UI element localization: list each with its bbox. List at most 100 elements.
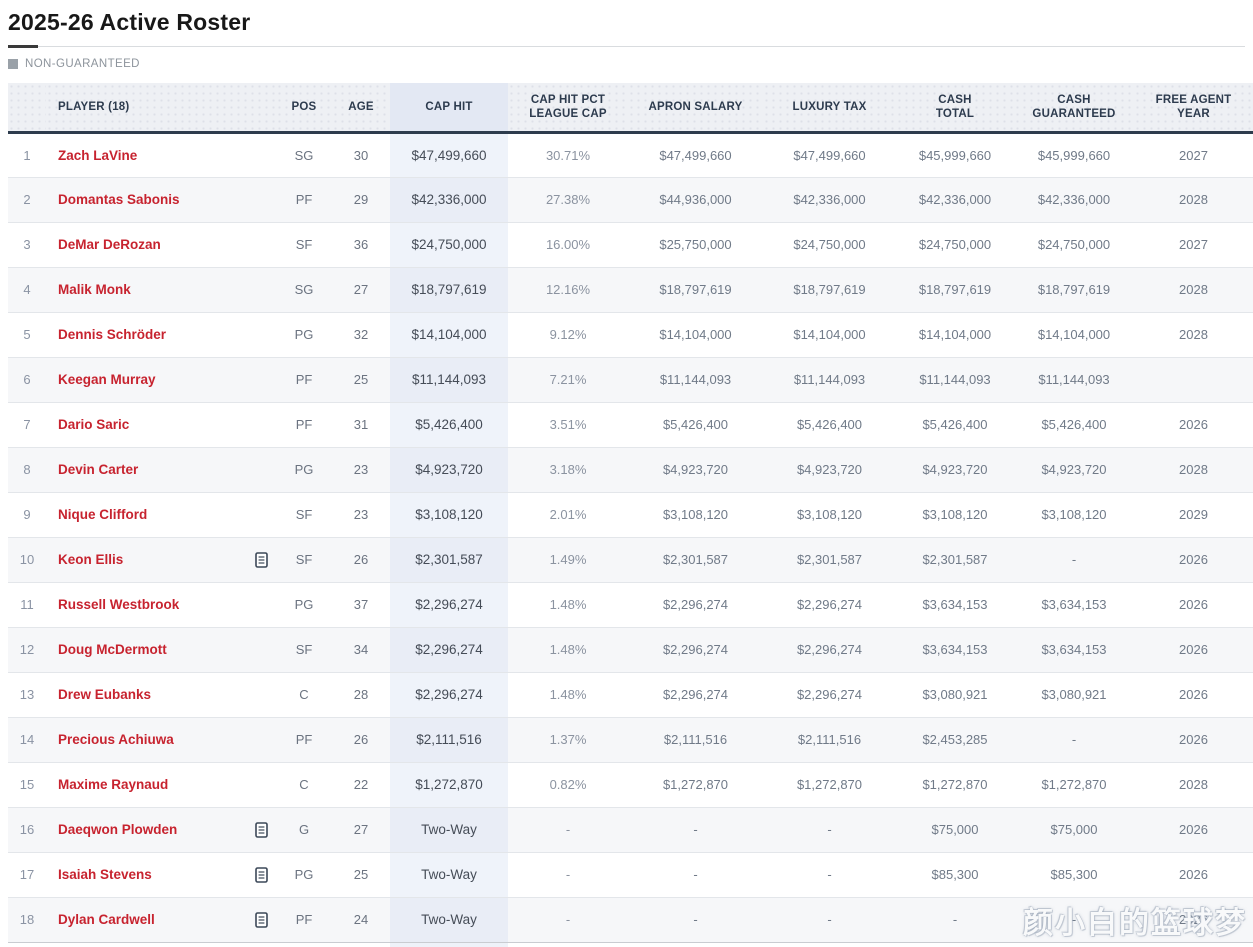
age-cell: 23 bbox=[332, 447, 390, 493]
player-name-link[interactable]: Nique Clifford bbox=[58, 507, 147, 522]
cash-guaranteed-cell: $1,272,870 bbox=[1014, 762, 1134, 808]
cash-guaranteed-cell: $11,144,093 bbox=[1014, 357, 1134, 403]
player-name-link[interactable]: Malik Monk bbox=[58, 282, 131, 297]
pos-cell: PF bbox=[276, 897, 332, 943]
contract-note-icon[interactable] bbox=[255, 911, 268, 928]
cap-hit-pct-cell: 1.48% bbox=[508, 627, 628, 673]
free-agent-year-cell: 2027 bbox=[1134, 132, 1253, 178]
player-name-link[interactable]: Russell Westbrook bbox=[58, 597, 179, 612]
apron-salary-cell: $1,272,870 bbox=[628, 762, 763, 808]
row-number: 18 bbox=[8, 897, 46, 943]
cash-total-cell: $4,923,720 bbox=[896, 447, 1014, 493]
free-agent-year-cell: 2028 bbox=[1134, 267, 1253, 313]
age-cell: 24 bbox=[332, 897, 390, 943]
player-name-link[interactable]: Doug McDermott bbox=[58, 642, 167, 657]
row-number: 2 bbox=[8, 177, 46, 223]
roster-rows: 1 Zach LaVine SG 30 $47,499,660 30.71% $47,499… bbox=[8, 132, 1253, 943]
player-name-link[interactable]: Keegan Murray bbox=[58, 372, 156, 387]
cap-hit-pct-cell: 1.49% bbox=[508, 537, 628, 583]
age-cell: 28 bbox=[332, 672, 390, 718]
cash-guaranteed-cell: $85,300 bbox=[1014, 852, 1134, 898]
luxury-tax-cell: - bbox=[763, 852, 896, 898]
pos-cell: PF bbox=[276, 402, 332, 448]
player-name-link[interactable]: Isaiah Stevens bbox=[58, 867, 152, 882]
free-agent-year-cell: 2026 bbox=[1134, 627, 1253, 673]
player-name-link[interactable]: Drew Eubanks bbox=[58, 687, 151, 702]
player-name-link[interactable]: Devin Carter bbox=[58, 462, 138, 477]
cap-hit-cell: $5,426,400 bbox=[390, 402, 508, 448]
luxury-tax-cell: $3,108,120 bbox=[763, 492, 896, 538]
luxury-tax-cell: $2,296,274 bbox=[763, 627, 896, 673]
luxury-tax-cell: $2,296,274 bbox=[763, 582, 896, 628]
player-name-link[interactable]: DeMar DeRozan bbox=[58, 237, 161, 252]
luxury-tax-cell: $11,144,093 bbox=[763, 357, 896, 403]
col-header-age[interactable]: AGE bbox=[332, 83, 390, 134]
player-cell: Maxime Raynaud bbox=[46, 762, 276, 808]
player-cell: Malik Monk bbox=[46, 267, 276, 313]
col-header-cash-total[interactable]: CASH TOTAL bbox=[896, 83, 1014, 134]
table-row: 6 Keegan Murray PF 25 $11,144,093 7.21% $11,14… bbox=[8, 357, 1253, 403]
apron-salary-cell: - bbox=[628, 852, 763, 898]
player-name-link[interactable]: Zach LaVine bbox=[58, 148, 137, 163]
col-header-pos[interactable]: POS bbox=[276, 83, 332, 134]
col-header-number bbox=[8, 83, 46, 134]
non-guaranteed-swatch-icon bbox=[8, 59, 18, 69]
row-number: 3 bbox=[8, 222, 46, 268]
cash-total-cell: $1,272,870 bbox=[896, 762, 1014, 808]
pos-cell: SF bbox=[276, 222, 332, 268]
luxury-tax-cell: $18,797,619 bbox=[763, 267, 896, 313]
player-name-link[interactable]: Keon Ellis bbox=[58, 552, 123, 567]
player-cell: Daeqwon Plowden bbox=[46, 807, 276, 853]
table-row: 4 Malik Monk SG 27 $18,797,619 12.16% $18,797,… bbox=[8, 267, 1253, 313]
cap-hit-cell: $14,104,000 bbox=[390, 312, 508, 358]
cap-hit-pct-cell: 27.38% bbox=[508, 177, 628, 223]
col-header-cash-guaranteed[interactable]: CASH GUARANTEED bbox=[1014, 83, 1134, 134]
player-cell: Devin Carter bbox=[46, 447, 276, 493]
table-row: 2 Domantas Sabonis PF 29 $42,336,000 27.38% $4… bbox=[8, 177, 1253, 223]
col-header-apron-salary[interactable]: APRON SALARY bbox=[628, 83, 763, 134]
cap-hit-cell: $11,144,093 bbox=[390, 357, 508, 403]
col-header-cap-hit[interactable]: CAP HIT bbox=[390, 83, 508, 134]
apron-salary-cell: $4,923,720 bbox=[628, 447, 763, 493]
luxury-tax-cell: $4,923,720 bbox=[763, 447, 896, 493]
free-agent-year-cell: 2028 bbox=[1134, 312, 1253, 358]
player-cell: Isaiah Stevens bbox=[46, 852, 276, 898]
title-divider bbox=[8, 45, 1245, 48]
apron-salary-cell: $14,104,000 bbox=[628, 312, 763, 358]
player-name-link[interactable]: Maxime Raynaud bbox=[58, 777, 168, 792]
cap-hit-pct-cell: 1.37% bbox=[508, 717, 628, 763]
free-agent-year-cell: 2028 bbox=[1134, 447, 1253, 493]
free-agent-year-cell: 2026 bbox=[1134, 897, 1253, 943]
player-name-link[interactable]: Precious Achiuwa bbox=[58, 732, 174, 747]
cash-total-cell: $5,426,400 bbox=[896, 402, 1014, 448]
player-name-link[interactable]: Dennis Schröder bbox=[58, 327, 166, 342]
cash-total-cell: $75,000 bbox=[896, 807, 1014, 853]
player-cell: Drew Eubanks bbox=[46, 672, 276, 718]
apron-salary-cell: $2,296,274 bbox=[628, 672, 763, 718]
player-name-link[interactable]: Dario Saric bbox=[58, 417, 129, 432]
roster-table: PLAYER (18) POS AGE CAP HIT CAP HIT PCT … bbox=[8, 83, 1253, 943]
age-cell: 31 bbox=[332, 402, 390, 448]
contract-note-icon[interactable] bbox=[255, 866, 268, 883]
contract-note-icon[interactable] bbox=[255, 821, 268, 838]
table-row: 18 Dylan Cardwell PF 24 Two-Way - - - - -2026 bbox=[8, 897, 1253, 943]
contract-note-icon[interactable] bbox=[255, 551, 268, 568]
free-agent-year-cell: 2028 bbox=[1134, 177, 1253, 223]
player-name-link[interactable]: Daeqwon Plowden bbox=[58, 822, 177, 837]
player-cell: Precious Achiuwa bbox=[46, 717, 276, 763]
player-name-link[interactable]: Domantas Sabonis bbox=[58, 192, 180, 207]
luxury-tax-cell: $14,104,000 bbox=[763, 312, 896, 358]
age-cell: 34 bbox=[332, 627, 390, 673]
age-cell: 30 bbox=[332, 132, 390, 178]
cap-hit-cell: $2,111,516 bbox=[390, 717, 508, 763]
row-number: 12 bbox=[8, 627, 46, 673]
age-cell: 26 bbox=[332, 717, 390, 763]
col-header-free-agent-year[interactable]: FREE AGENT YEAR bbox=[1134, 83, 1253, 134]
player-name-link[interactable]: Dylan Cardwell bbox=[58, 912, 155, 927]
cap-hit-cell: Two-Way bbox=[390, 897, 508, 943]
cap-hit-cell: $3,108,120 bbox=[390, 492, 508, 538]
col-header-cap-hit-pct[interactable]: CAP HIT PCT LEAGUE CAP bbox=[508, 83, 628, 134]
col-header-player[interactable]: PLAYER (18) bbox=[46, 83, 276, 134]
cash-guaranteed-cell: $42,336,000 bbox=[1014, 177, 1134, 223]
col-header-luxury-tax[interactable]: LUXURY TAX bbox=[763, 83, 896, 134]
